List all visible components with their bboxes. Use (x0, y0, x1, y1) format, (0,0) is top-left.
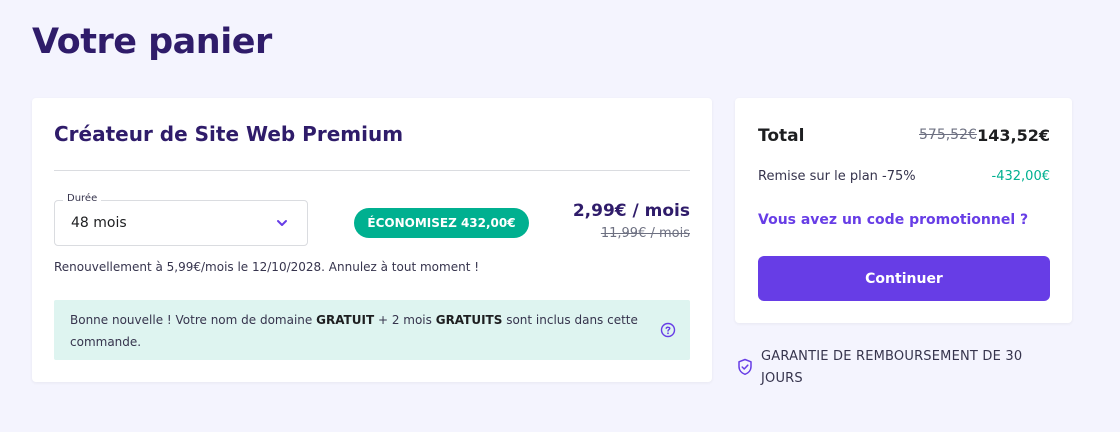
renewal-text: Renouvellement à 5,99€/mois le 12/10/202… (54, 260, 480, 274)
price-now: 2,99€ / mois (572, 201, 690, 221)
product-title: Créateur de Site Web Premium (54, 122, 404, 146)
chevron-down-icon (277, 220, 287, 226)
savings-badge: ÉCONOMISEZ 432,00€ (354, 208, 529, 238)
page-title: Votre panier (32, 22, 272, 62)
duration-value: 48 mois (71, 215, 127, 231)
help-icon[interactable] (660, 322, 676, 338)
total-old-price: 575,52€ (919, 127, 977, 143)
notice-text-part: Bonne nouvelle ! Votre nom de domaine (70, 313, 317, 327)
shield-check-icon (738, 358, 752, 376)
cart-page: Votre panier Créateur de Site Web Premiu… (0, 0, 1120, 432)
order-summary-card: Total 575,52€ 143,52€ Remise sur le plan… (735, 98, 1072, 323)
discount-label: Remise sur le plan -75% (758, 169, 916, 184)
duration-legend: Durée (63, 193, 102, 204)
notice-text: Bonne nouvelle ! Votre nom de domaine GR… (70, 309, 640, 353)
total-new-price: 143,52€ (977, 126, 1050, 145)
discount-value: -432,00€ (991, 169, 1050, 184)
duration-select[interactable]: Durée 48 mois (54, 193, 308, 246)
notice-free-months: GRATUITS (435, 313, 503, 327)
total-label: Total (758, 126, 805, 146)
notice-free-domain: GRATUIT (316, 313, 375, 327)
continue-button[interactable]: Continuer (758, 256, 1050, 301)
divider (54, 170, 690, 171)
guarantee-text: GARANTIE DE REMBOURSEMENT DE 30 JOURS (761, 349, 1023, 386)
price-old: 11,99€ / mois (600, 226, 690, 241)
promo-code-link[interactable]: Vous avez un code promotionnel ? (758, 212, 1028, 228)
product-card: Créateur de Site Web Premium Durée 48 mo… (32, 98, 712, 382)
notice-text-part: + 2 mois (374, 313, 436, 327)
free-domain-notice: Bonne nouvelle ! Votre nom de domaine GR… (54, 300, 690, 360)
